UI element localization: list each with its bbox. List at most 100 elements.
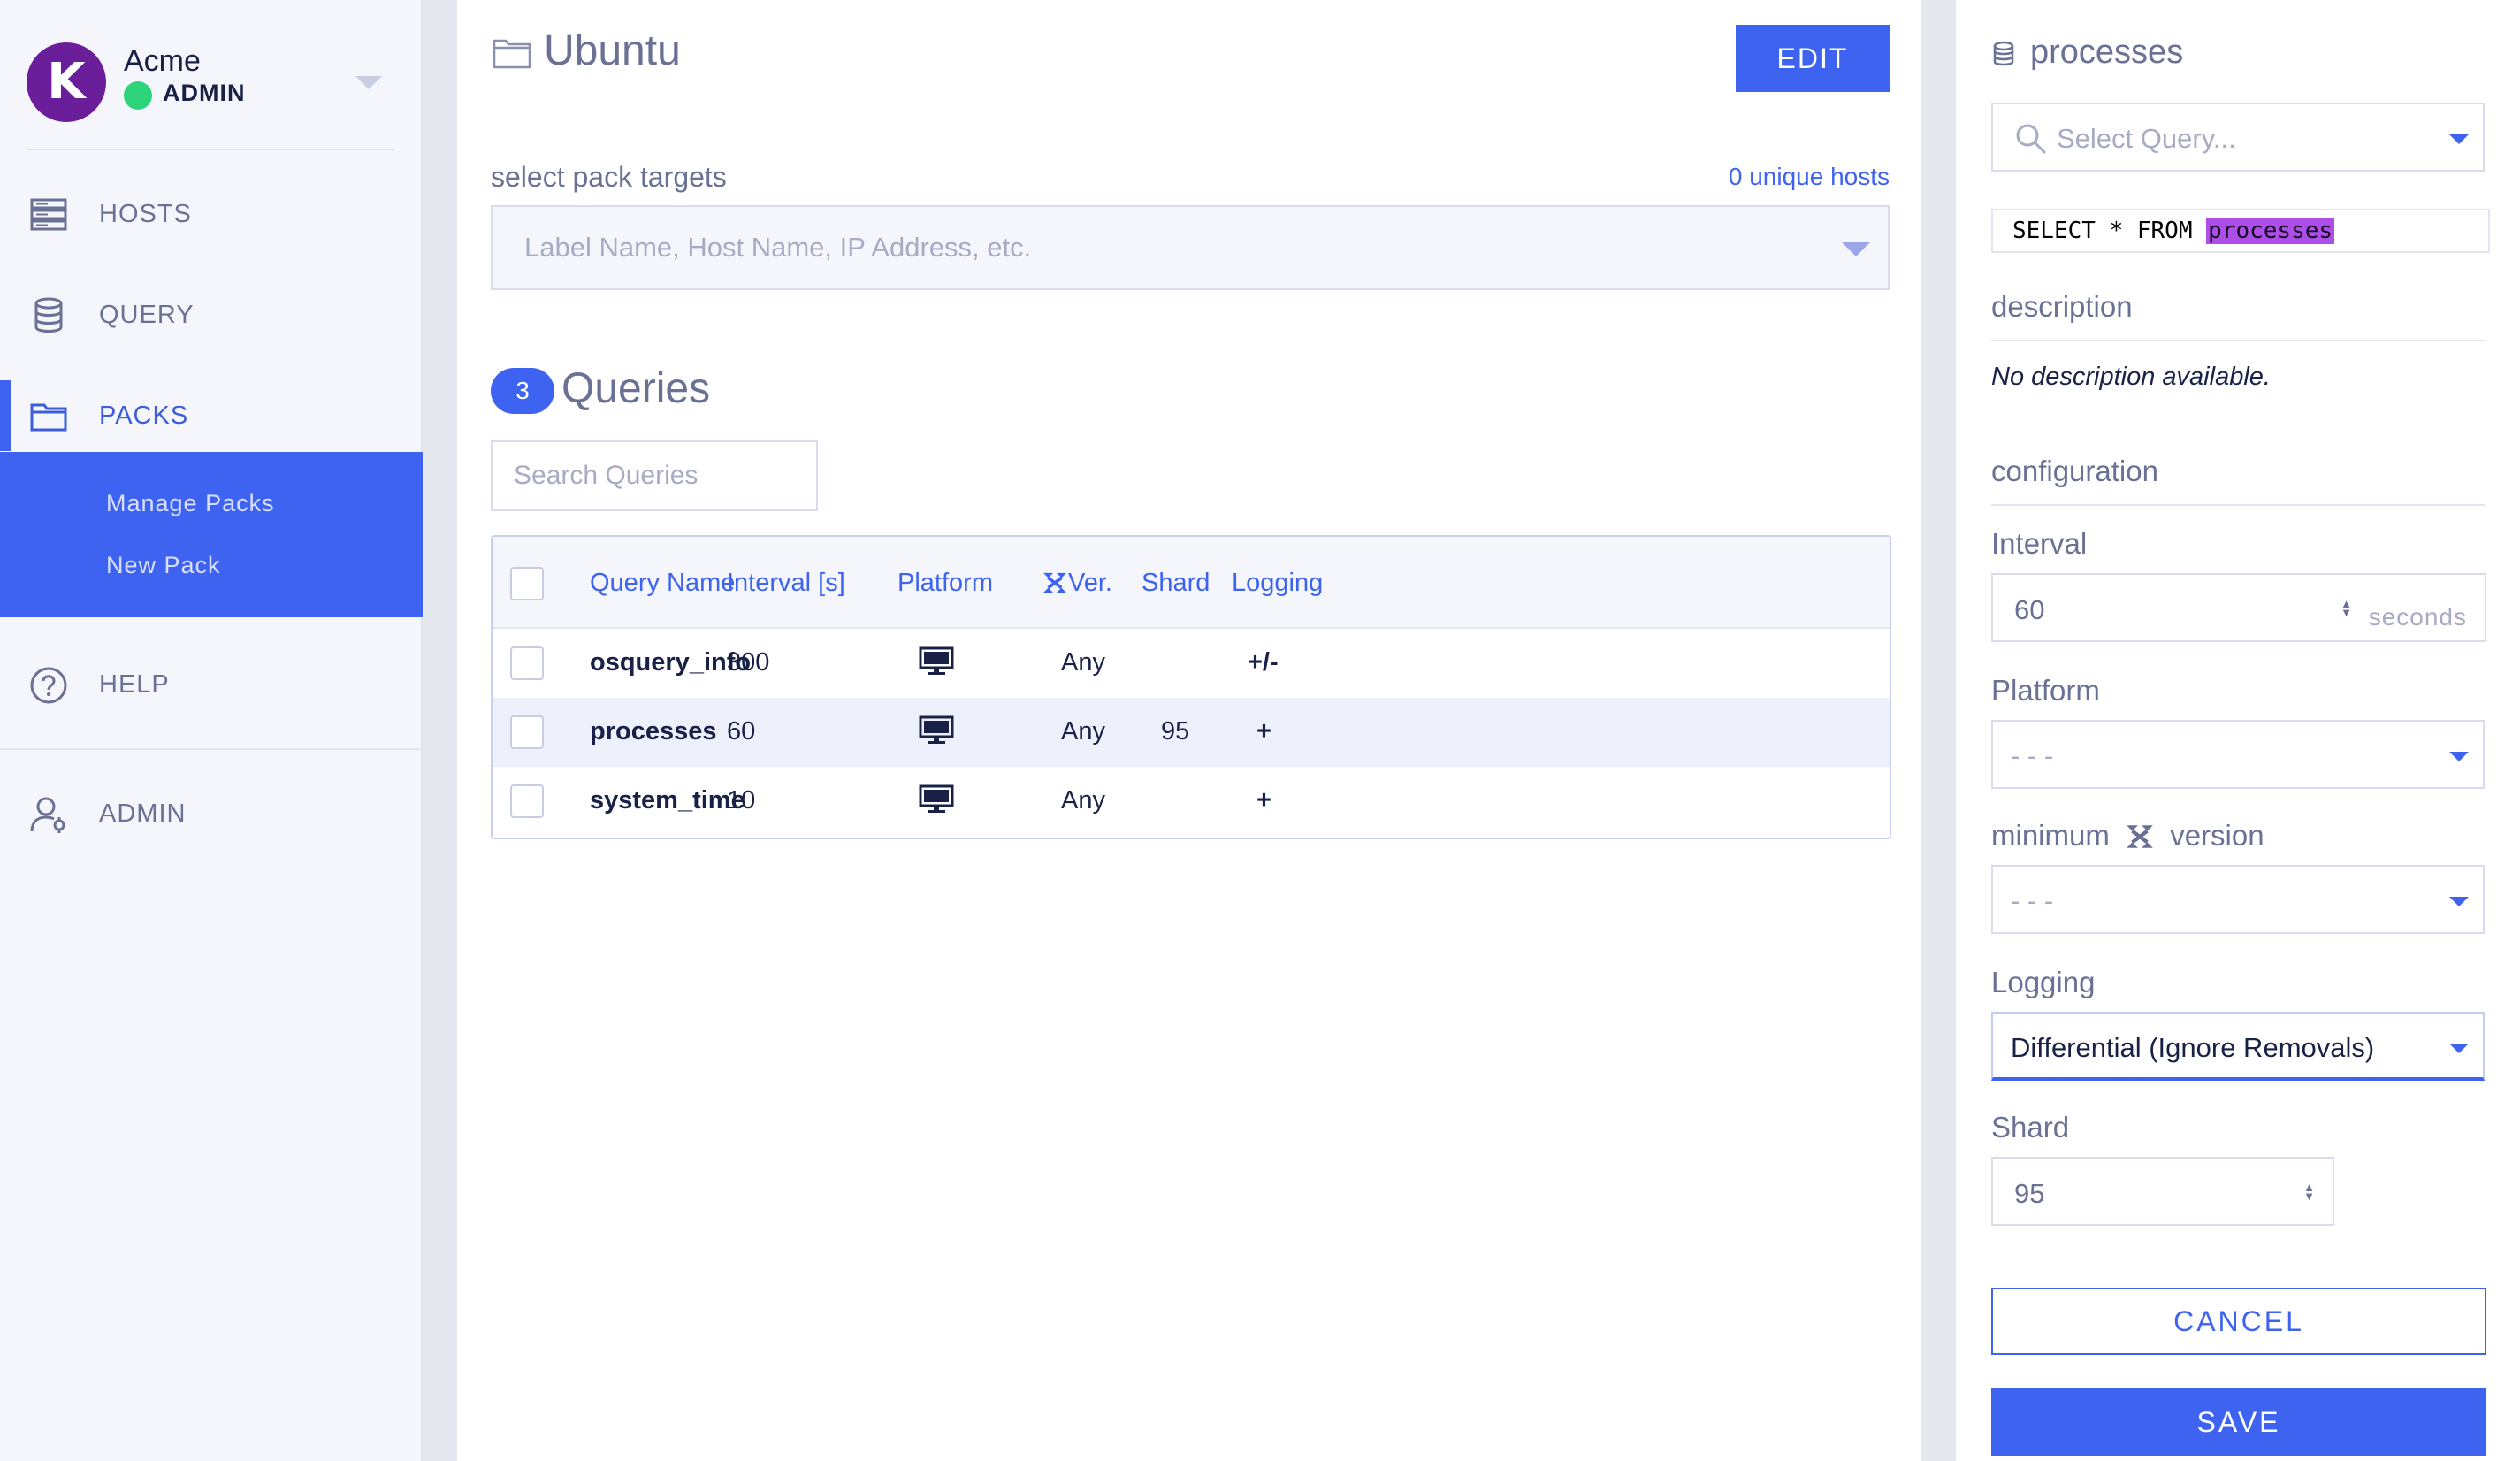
sidebar-item-label: HOSTS: [99, 200, 192, 228]
sidebar: K Acme ADMIN HOSTS QUERY PACKS Manage Pa…: [0, 0, 423, 1461]
sidebar-item-admin[interactable]: ADMIN: [0, 778, 423, 849]
search-queries-input[interactable]: [491, 440, 818, 511]
save-button[interactable]: SAVE: [1991, 1388, 2486, 1456]
page-title: Ubuntu: [493, 27, 681, 75]
pack-queries-table: Query Name Interval [s] Platform Ver. Sh…: [491, 535, 1891, 839]
table-row[interactable]: system_time 10 Any +: [493, 767, 1890, 836]
chevron-down-icon: [2449, 134, 2469, 144]
folder-icon: [493, 39, 531, 69]
interval-unit: seconds: [2368, 603, 2467, 631]
queries-heading: Queries: [561, 365, 711, 412]
sidebar-item-help[interactable]: HELP: [0, 649, 423, 720]
interval-value: 60: [2014, 594, 2045, 625]
platform-value: - - -: [2011, 740, 2054, 771]
sidebar-item-label: ADMIN: [99, 799, 187, 828]
database-icon: [1993, 41, 2014, 66]
interval-label: Interval: [1991, 527, 2088, 560]
query-version: Any: [1061, 786, 1105, 815]
database-icon: [34, 297, 63, 333]
query-name: system_time: [590, 786, 745, 815]
logging-label: Logging: [1991, 966, 2096, 998]
unique-hosts-count: 0 unique hosts: [1728, 163, 1890, 190]
column-header-version[interactable]: Ver.: [1042, 569, 1112, 598]
chevron-down-icon: [2449, 752, 2469, 761]
status-dot-icon: [124, 81, 152, 110]
min-version-label: minimum version: [1991, 819, 2264, 852]
sidebar-item-label: QUERY: [99, 301, 195, 329]
sidebar-item-label: PACKS: [99, 402, 189, 430]
query-logging: +: [1256, 717, 1271, 746]
search-icon: [2016, 124, 2047, 155]
user-role: ADMIN: [124, 80, 246, 110]
query-interval: 300: [727, 648, 770, 677]
sql-table-highlight: processes: [2206, 218, 2335, 244]
shard-label: Shard: [1991, 1111, 2070, 1144]
query-interval: 10: [727, 786, 756, 815]
chevron-down-icon: [2449, 897, 2469, 906]
logging-select[interactable]: Differential (Ignore Removals): [1991, 1012, 2485, 1081]
query-logging: +: [1256, 786, 1271, 815]
folder-icon: [30, 403, 67, 432]
submenu-item-new-pack[interactable]: New Pack: [106, 552, 221, 579]
table-row[interactable]: osquery_info 300 Any +/-: [493, 629, 1890, 698]
editor-query-name: processes: [2030, 34, 2184, 71]
logging-value: Differential (Ignore Removals): [2011, 1032, 2375, 1063]
chevron-down-icon: [1842, 242, 1870, 256]
column-header-logging[interactable]: Logging: [1232, 569, 1323, 598]
query-version: Any: [1061, 717, 1105, 746]
pack-targets-select[interactable]: Label Name, Host Name, IP Address, etc.: [491, 205, 1890, 290]
cancel-button[interactable]: CANCEL: [1991, 1288, 2486, 1355]
column-header-query-name[interactable]: Query Name: [590, 569, 735, 598]
divider: [27, 149, 394, 150]
query-sql-display: SELECT * FROM processes: [1991, 209, 2490, 253]
sidebar-item-hosts[interactable]: HOSTS: [0, 179, 423, 249]
monitor-icon: [919, 784, 954, 813]
query-count-badge: 3: [491, 368, 554, 414]
query-interval: 60: [727, 717, 756, 746]
edit-pack-button[interactable]: EDIT: [1736, 25, 1890, 92]
stepper-icon[interactable]: ▲ ▼: [2303, 1182, 2315, 1202]
query-version: Any: [1061, 648, 1105, 677]
sidebar-item-packs[interactable]: PACKS: [0, 380, 423, 451]
stepper-icon[interactable]: ▲ ▼: [2341, 598, 2352, 618]
sidebar-item-label: HELP: [99, 670, 170, 699]
column-header-platform[interactable]: Platform: [897, 569, 993, 598]
query-logging: +/-: [1248, 648, 1279, 677]
sidebar-item-query[interactable]: QUERY: [0, 279, 423, 350]
admin-user-icon: [30, 797, 65, 833]
query-editor-panel: processes Select Query... SELECT * FROM …: [1956, 0, 2520, 1461]
select-all-checkbox[interactable]: [510, 567, 544, 600]
row-checkbox[interactable]: [510, 646, 544, 680]
column-header-interval[interactable]: Interval [s]: [727, 569, 845, 598]
pack-details-panel: Ubuntu EDIT select pack targets 0 unique…: [457, 0, 1921, 1461]
submenu-item-manage-packs[interactable]: Manage Packs: [106, 490, 275, 517]
targets-placeholder: Label Name, Host Name, IP Address, etc.: [524, 232, 1032, 263]
user-role-label: ADMIN: [163, 80, 246, 106]
shard-input[interactable]: 95 ▲ ▼: [1991, 1157, 2334, 1226]
platform-label: Platform: [1991, 674, 2100, 707]
interval-input[interactable]: 60 ▲ ▼ seconds: [1991, 573, 2486, 642]
table-row[interactable]: processes 60 Any 95 +: [493, 698, 1890, 767]
org-switcher[interactable]: K Acme ADMIN: [27, 41, 394, 126]
targets-label: select pack targets: [491, 161, 727, 193]
chevron-down-icon[interactable]: [355, 76, 382, 89]
org-name: Acme: [124, 44, 201, 78]
select-query-dropdown[interactable]: Select Query...: [1991, 103, 2485, 172]
row-checkbox[interactable]: [510, 715, 544, 749]
table-header: Query Name Interval [s] Platform Ver. Sh…: [493, 537, 1890, 629]
help-icon: [30, 667, 67, 704]
monitor-icon: [919, 715, 954, 744]
hosts-icon: [30, 198, 67, 231]
sql-text: SELECT * FROM: [2012, 218, 2207, 244]
osquery-icon: [1043, 572, 1066, 593]
query-name: processes: [590, 717, 717, 746]
divider: [0, 748, 423, 750]
select-query-placeholder: Select Query...: [2057, 123, 2236, 154]
platform-select[interactable]: - - -: [1991, 720, 2485, 789]
column-header-shard[interactable]: Shard: [1142, 569, 1210, 598]
row-checkbox[interactable]: [510, 784, 544, 818]
org-logo: K: [27, 42, 106, 122]
query-shard: 95: [1161, 717, 1190, 746]
min-version-select[interactable]: - - -: [1991, 865, 2485, 934]
description-text: No description available.: [1991, 363, 2271, 391]
